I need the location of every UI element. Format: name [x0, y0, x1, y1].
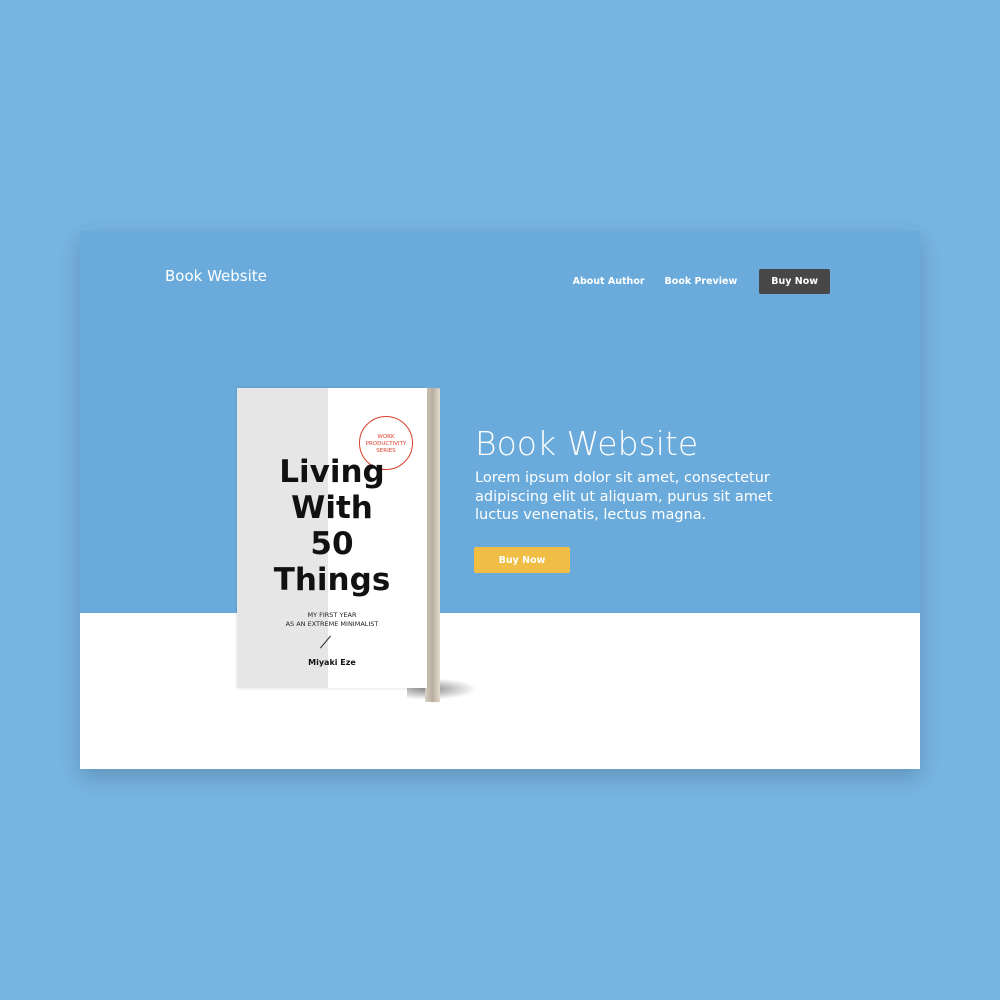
- book-subtitle: MY FIRST YEAR AS AN EXTREME MINIMALIST: [237, 611, 427, 629]
- book-pages: [425, 387, 440, 703]
- book-subtitle-line: MY FIRST YEAR: [307, 611, 357, 619]
- book-cover-image: WORK PRODUCTIVITY SERIES Living With 50 …: [237, 387, 477, 703]
- book-cover: WORK PRODUCTIVITY SERIES Living With 50 …: [237, 388, 427, 688]
- nav-about-author[interactable]: About Author: [573, 276, 645, 287]
- hero-buy-now-button[interactable]: Buy Now: [474, 547, 570, 573]
- nav-buy-now-button[interactable]: Buy Now: [759, 269, 830, 294]
- nav-book-preview[interactable]: Book Preview: [665, 276, 738, 287]
- book-title-line: Living: [279, 454, 385, 490]
- hero-section: Book Website About Author Book Preview B…: [80, 231, 920, 613]
- hero-description: Lorem ipsum dolor sit amet, consectetur …: [475, 470, 773, 523]
- book-author: Miyaki Eze: [308, 658, 356, 667]
- site-logo[interactable]: Book Website: [165, 267, 267, 285]
- website-mockup: Book Website About Author Book Preview B…: [80, 231, 920, 769]
- hero-title: Book Website: [475, 424, 699, 463]
- book-title-line: With: [291, 490, 373, 526]
- book-subtitle-line: AS AN EXTREME MINIMALIST: [285, 620, 379, 628]
- divider-slash: [319, 635, 332, 649]
- book-title-line: Things: [273, 562, 391, 598]
- book-title-line: 50: [310, 526, 354, 562]
- book-title: Living With 50 Things: [237, 454, 427, 598]
- top-nav: About Author Book Preview Buy Now: [573, 269, 830, 294]
